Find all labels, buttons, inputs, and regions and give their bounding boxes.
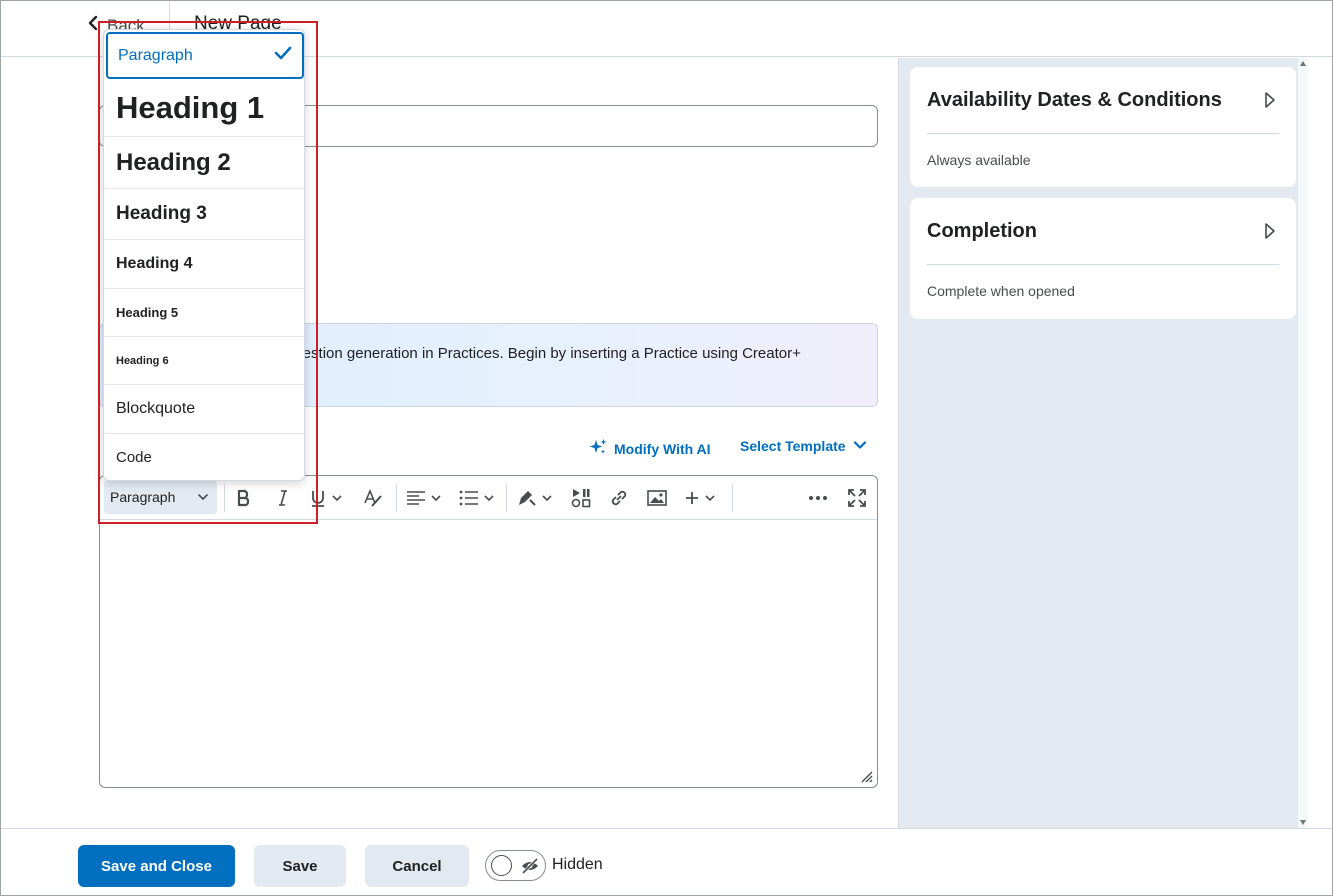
fullscreen-button[interactable] (846, 483, 868, 513)
checkmark-icon (274, 46, 292, 65)
toolbar-divider (396, 484, 397, 512)
format-option-heading-6[interactable]: Heading 6 (104, 337, 304, 385)
format-option-heading-3[interactable]: Heading 3 (104, 189, 304, 240)
insert-link-button[interactable] (608, 483, 630, 513)
save-and-close-button[interactable]: Save and Close (78, 845, 235, 887)
select-template-button[interactable]: Select Template (740, 438, 868, 454)
link-icon (608, 487, 630, 509)
format-option-code[interactable]: Code (104, 434, 304, 480)
bold-button[interactable] (234, 483, 254, 513)
format-select[interactable]: Paragraph (104, 480, 217, 514)
format-dropdown-menu: Paragraph Heading 1 Heading 2 Heading 3 … (103, 29, 305, 481)
card-divider (927, 264, 1279, 265)
text-style-button[interactable] (362, 483, 384, 513)
modify-with-ai-button[interactable]: Modify With AI (588, 438, 711, 459)
chevron-down-icon (852, 438, 868, 454)
chevron-down-icon (430, 493, 442, 503)
image-icon (646, 488, 668, 508)
insert-stuff-button[interactable] (516, 483, 553, 513)
availability-card[interactable]: Availability Dates & Conditions Always a… (910, 67, 1296, 187)
sparkle-icon (588, 438, 608, 459)
format-select-value: Paragraph (110, 489, 176, 505)
caret-right-icon (1264, 222, 1276, 245)
visibility-label: Hidden (552, 856, 603, 873)
eye-slash-icon (520, 857, 540, 880)
format-option-heading-4[interactable]: Heading 4 (104, 240, 304, 289)
availability-value: Always available (927, 152, 1031, 168)
toolbar-divider (224, 484, 225, 512)
editor-toolbar: Paragraph (100, 476, 877, 520)
rich-text-editor[interactable]: Paragraph (99, 475, 878, 788)
pen-icon (516, 488, 538, 508)
chevron-left-icon (87, 15, 99, 36)
toggle-knob (491, 855, 512, 876)
toolbar-divider (506, 484, 507, 512)
footer-bar: Save and Close Save Cancel Hidden (1, 828, 1332, 895)
insert-image-button[interactable] (646, 483, 668, 513)
chevron-down-icon (331, 493, 343, 503)
format-option-heading-5[interactable]: Heading 5 (104, 289, 304, 337)
fullscreen-icon (846, 487, 868, 509)
underline-button[interactable] (308, 483, 343, 513)
underline-icon (308, 488, 328, 508)
format-option-heading-2[interactable]: Heading 2 (104, 137, 304, 189)
format-option-label: Paragraph (118, 46, 193, 64)
bullet-list-icon (458, 488, 480, 508)
plus-icon (683, 489, 701, 507)
completion-value: Complete when opened (927, 283, 1075, 299)
availability-title: Availability Dates & Conditions (927, 89, 1222, 111)
more-horizontal-icon (807, 488, 829, 508)
chevron-down-icon (704, 493, 716, 503)
align-left-icon (405, 488, 427, 508)
visibility-toggle[interactable] (485, 850, 546, 881)
card-divider (927, 133, 1279, 134)
modify-with-ai-label: Modify With AI (614, 440, 711, 457)
format-option-paragraph[interactable]: Paragraph (106, 32, 304, 79)
insert-media-button[interactable] (570, 483, 592, 513)
italic-button[interactable] (273, 483, 293, 513)
save-button[interactable]: Save (254, 845, 346, 887)
align-button[interactable] (405, 483, 442, 513)
italic-icon (273, 488, 293, 508)
resize-grip-icon[interactable] (859, 769, 873, 783)
media-icon (570, 487, 592, 509)
cancel-button[interactable]: Cancel (365, 845, 469, 887)
more-options-button[interactable] (807, 483, 829, 513)
completion-title: Completion (927, 220, 1037, 242)
chevron-down-icon (541, 493, 553, 503)
select-template-label: Select Template (740, 438, 846, 454)
caret-right-icon (1264, 91, 1276, 114)
completion-card[interactable]: Completion Complete when opened (910, 198, 1296, 319)
format-option-blockquote[interactable]: Blockquote (104, 385, 304, 434)
text-style-icon (362, 488, 384, 508)
chevron-down-icon (483, 493, 495, 503)
list-button[interactable] (458, 483, 495, 513)
toolbar-divider (732, 484, 733, 512)
chevron-down-icon (197, 489, 209, 505)
format-option-heading-1[interactable]: Heading 1 (104, 80, 304, 137)
bold-icon (234, 488, 254, 508)
insert-more-button[interactable] (683, 483, 716, 513)
scrollbar[interactable] (1298, 58, 1308, 828)
